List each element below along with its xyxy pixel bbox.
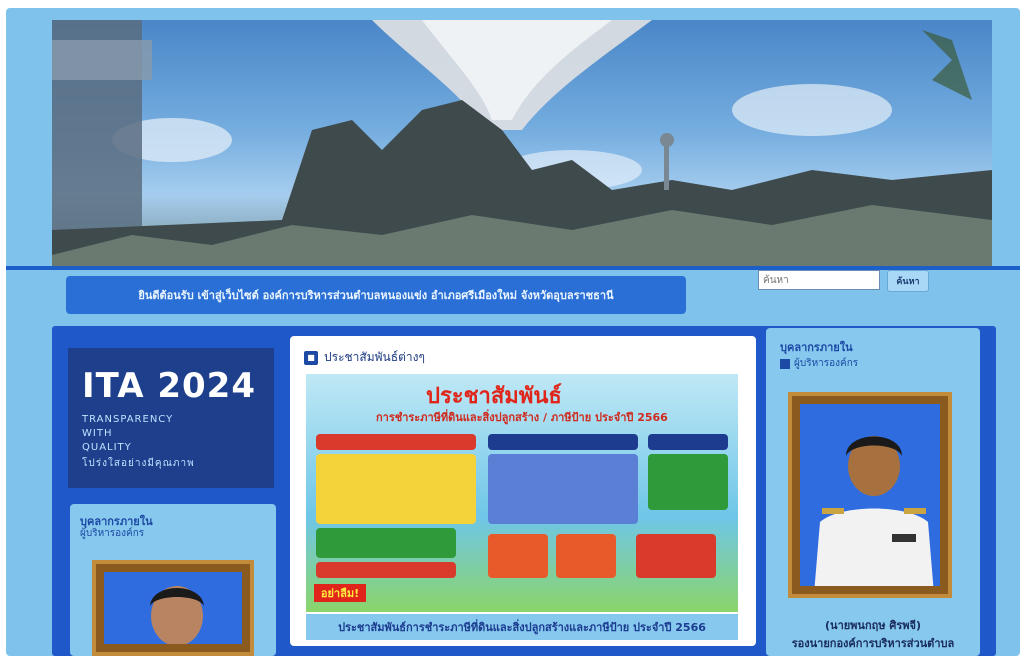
poster-block-blue: [488, 454, 638, 524]
right-person-name: (นายพนกฤษ ศิรพจี): [825, 619, 921, 632]
search-input[interactable]: [758, 270, 880, 290]
left-staff-photo: [104, 572, 242, 644]
ita-line-with: WITH: [82, 428, 113, 439]
right-card-subheading: ผู้บริหารองค์กร: [794, 358, 859, 369]
right-photo-frame[interactable]: [788, 392, 952, 598]
naga-statue-illustration: [52, 20, 992, 270]
poster-caption[interactable]: ประชาสัมพันธ์การชำระภาษีที่ดินและสิ่งปลู…: [306, 614, 738, 640]
search-button[interactable]: ค้นหา: [887, 270, 929, 292]
poster-block-green-2: [648, 454, 728, 510]
news-panel: ■ ประชาสัมพันธ์ต่างๆ ประชาสัมพันธ์ การชำ…: [290, 336, 756, 646]
person-photo-right: [814, 436, 934, 586]
bullet-icon: [780, 358, 790, 369]
news-header: ■ ประชาสัมพันธ์ต่างๆ: [304, 348, 425, 367]
browser-screen: ยินดีต้อนรับ เข้าสู่เว็บไซต์ องค์การบริห…: [6, 8, 1020, 656]
news-icon: ■: [304, 350, 318, 365]
ita-2024-banner[interactable]: ITA 2024 TRANSPARENCY WITH QUALITY โปร่ง…: [68, 348, 274, 488]
right-card-heading: บุคลากรภายใน: [780, 341, 853, 354]
news-section-title: ประชาสัมพันธ์ต่างๆ: [324, 350, 425, 364]
poster-block-navy: [488, 434, 638, 450]
left-photo-frame[interactable]: [92, 560, 254, 656]
welcome-text: ยินดีต้อนรับ เข้าสู่เว็บไซต์ องค์การบริห…: [138, 289, 614, 302]
right-staff-photo: [800, 404, 940, 586]
poster-block-red-2: [316, 562, 456, 578]
person-photo-left: [150, 586, 204, 644]
left-card-subheading: ผู้บริหารองค์กร: [80, 528, 145, 539]
poster-block-yellow: [316, 454, 476, 524]
poster-block-orange-1: [488, 534, 548, 578]
main-content-area: ITA 2024 TRANSPARENCY WITH QUALITY โปร่ง…: [52, 326, 996, 656]
poster-block-green: [316, 528, 456, 558]
poster-block-red: [316, 434, 476, 450]
welcome-marquee: ยินดีต้อนรับ เข้าสู่เว็บไซต์ องค์การบริห…: [66, 276, 686, 314]
tax-poster[interactable]: ประชาสัมพันธ์ การชำระภาษีที่ดินและสิ่งปล…: [306, 374, 738, 612]
poster-caption-text: ประชาสัมพันธ์การชำระภาษีที่ดินและสิ่งปลู…: [338, 621, 706, 634]
search-button-label: ค้นหา: [896, 277, 920, 287]
poster-subtitle: การชำระภาษีที่ดินและสิ่งปลูกสร้าง / ภาษี…: [376, 411, 668, 424]
header-banner-image: [52, 20, 992, 270]
left-staff-card: บุคลากรภายใน ผู้บริหารองค์กร: [70, 504, 276, 656]
right-person-title: รองนายกองค์การบริหารส่วนตำบล: [791, 637, 955, 650]
ita-title: ITA 2024: [82, 366, 256, 406]
right-staff-card: บุคลากรภายใน ผู้บริหารองค์กร (นายพนกฤษ ศ…: [766, 328, 980, 656]
poster-block-red-3: [636, 534, 716, 578]
ita-line-quality: QUALITY: [82, 442, 132, 453]
poster-block-navy-2: [648, 434, 728, 450]
poster-warning-label: อย่าลืม!: [314, 584, 366, 602]
poster-block-orange-2: [556, 534, 616, 578]
right-card-subheading-row: ผู้บริหารองค์กร: [780, 356, 858, 371]
ita-thai-line: โปร่งใสอย่างมีคุณภาพ: [82, 458, 195, 469]
ita-line-transparency: TRANSPARENCY: [82, 414, 174, 425]
